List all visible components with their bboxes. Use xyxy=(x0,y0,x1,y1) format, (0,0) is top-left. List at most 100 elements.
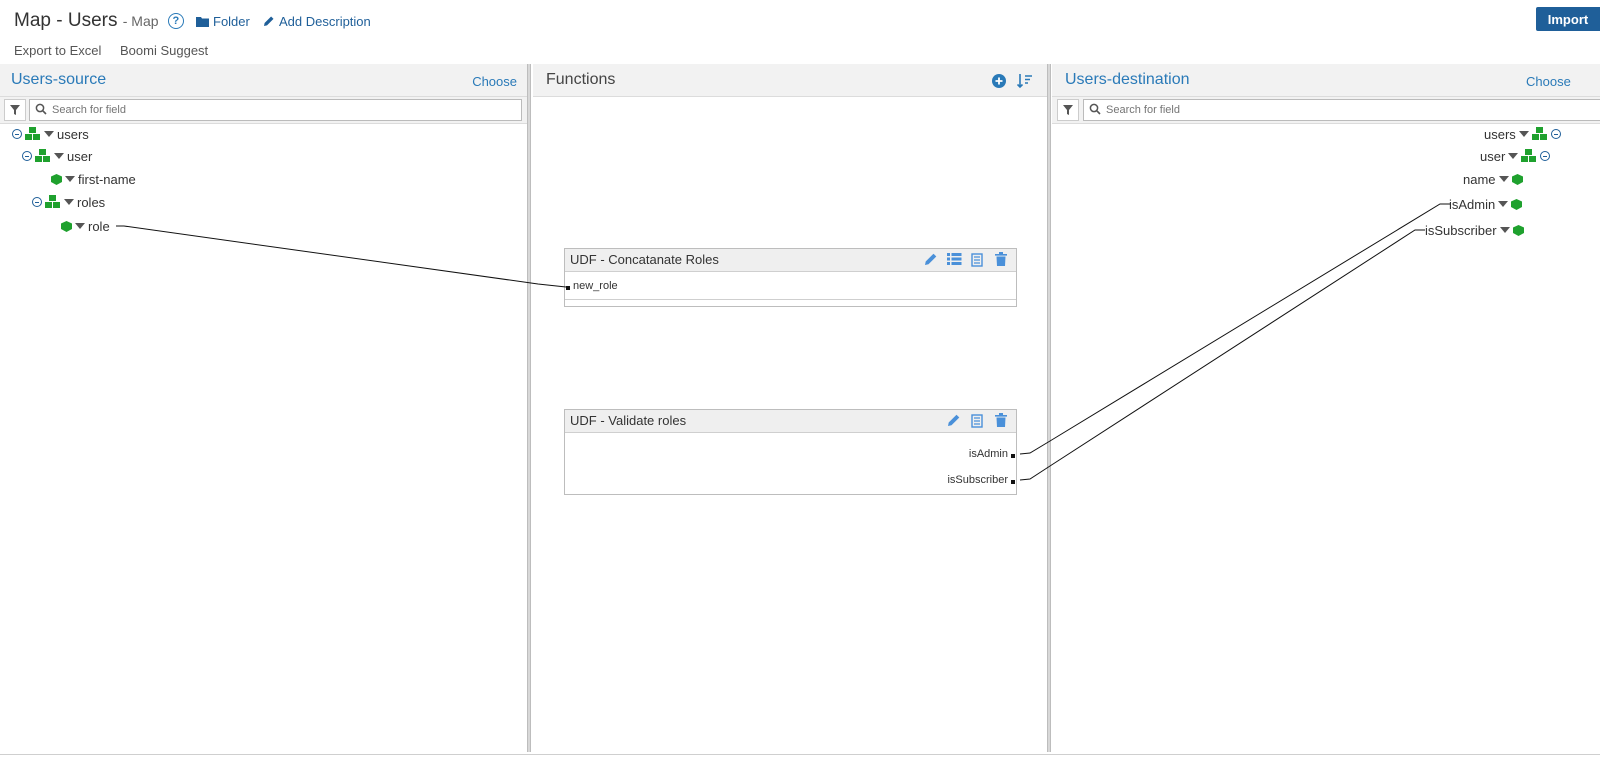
trash-icon[interactable] xyxy=(995,413,1007,427)
green-cube-icon xyxy=(1512,224,1524,236)
add-description-link[interactable]: Add Description xyxy=(263,14,371,30)
chevron-down-icon[interactable] xyxy=(1498,201,1509,207)
chevron-down-icon[interactable] xyxy=(64,199,74,205)
import-button[interactable]: Import xyxy=(1536,7,1600,31)
green-cubes-icon xyxy=(45,195,60,208)
destination-filter-button[interactable] xyxy=(1057,99,1079,121)
function-box-header: UDF - Concatanate Roles xyxy=(565,249,1016,272)
collapse-icon[interactable] xyxy=(12,129,22,139)
source-tree-label: roles xyxy=(77,194,106,210)
destination-tree-label: name xyxy=(1463,171,1496,187)
collapse-icon[interactable] xyxy=(1550,129,1561,139)
source-tree-label: user xyxy=(67,148,93,164)
pencil-icon[interactable] xyxy=(947,413,961,427)
source-tree-row-first-name[interactable]: first-name xyxy=(51,170,139,188)
functions-panel: Functions UDF - Concatanate Roles new_ro… xyxy=(533,64,1047,752)
green-cube-icon xyxy=(1511,173,1523,185)
pencil-icon[interactable] xyxy=(924,252,938,266)
source-search-row xyxy=(0,97,528,124)
source-tree-label: users xyxy=(57,126,89,142)
function-box-title: UDF - Validate roles xyxy=(570,413,687,428)
green-cube-icon xyxy=(61,220,72,232)
destination-search-input[interactable] xyxy=(1104,101,1600,119)
filter-icon xyxy=(1063,105,1073,115)
export-to-excel-link[interactable]: Export to Excel xyxy=(14,43,101,58)
green-cube-icon xyxy=(51,173,62,185)
destination-search-row xyxy=(1052,97,1600,124)
pencil-icon xyxy=(263,15,275,30)
filter-icon xyxy=(10,105,20,115)
source-choose-link[interactable]: Choose xyxy=(472,74,517,89)
folder-link[interactable]: Folder xyxy=(196,14,250,30)
sort-icon[interactable] xyxy=(1017,73,1033,89)
chevron-down-icon[interactable] xyxy=(44,131,54,137)
plus-circle-icon[interactable] xyxy=(992,74,1006,88)
collapse-icon[interactable] xyxy=(1540,151,1551,161)
source-tree-row-roles[interactable]: roles xyxy=(32,193,108,211)
map-title: Map - Users xyxy=(14,10,118,31)
green-cubes-icon xyxy=(1521,149,1537,162)
source-panel-title: Users-source xyxy=(11,71,107,88)
chevron-down-icon[interactable] xyxy=(54,153,64,159)
source-search-input[interactable] xyxy=(50,101,519,119)
chevron-down-icon[interactable] xyxy=(1508,153,1519,159)
destination-panel: Users-destination Choose users user name… xyxy=(1052,64,1600,752)
trash-icon[interactable] xyxy=(995,252,1007,266)
source-panel-header: Users-source Choose xyxy=(0,64,528,97)
functions-panel-header: Functions xyxy=(533,64,1047,97)
function-box-validate-roles[interactable]: UDF - Validate roles isAdmin isSubscribe… xyxy=(564,409,1017,495)
function-box-title: UDF - Concatanate Roles xyxy=(570,252,719,267)
function-box-header: UDF - Validate roles xyxy=(565,410,1016,433)
green-cubes-icon xyxy=(35,149,50,162)
help-icon[interactable]: ? xyxy=(167,13,184,29)
destination-search-box xyxy=(1083,99,1600,121)
list-icon[interactable] xyxy=(947,252,962,266)
collapse-icon[interactable] xyxy=(22,151,32,161)
panel-divider[interactable] xyxy=(527,64,531,752)
output-port-label: isSubscriber xyxy=(947,474,1008,486)
destination-tree-row-issubscriber[interactable]: isSubscriber xyxy=(1425,221,1527,239)
copy-icon[interactable] xyxy=(971,413,984,428)
input-port[interactable] xyxy=(566,286,570,290)
collapse-icon[interactable] xyxy=(32,197,42,207)
destination-tree-label: user xyxy=(1480,148,1506,164)
function-box-concatenate-roles[interactable]: UDF - Concatanate Roles new_role xyxy=(564,248,1017,307)
folder-icon xyxy=(196,15,209,30)
source-tree-row-users[interactable]: users xyxy=(12,125,92,143)
source-tree-label: role xyxy=(88,218,110,234)
output-port[interactable] xyxy=(1011,454,1015,458)
functions-panel-title: Functions xyxy=(546,71,616,88)
destination-choose-link[interactable]: Choose xyxy=(1526,74,1571,89)
source-tree-label: first-name xyxy=(78,171,136,187)
source-search-box xyxy=(29,99,522,121)
chevron-down-icon[interactable] xyxy=(65,176,75,182)
green-cube-icon xyxy=(1511,198,1523,210)
destination-tree-label: isSubscriber xyxy=(1425,222,1497,238)
green-cubes-icon xyxy=(1531,127,1547,140)
folder-label: Folder xyxy=(213,14,250,29)
destination-tree-row-name[interactable]: name xyxy=(1463,170,1526,188)
destination-tree-row-users[interactable]: users xyxy=(1484,125,1564,143)
source-panel: Users-source Choose users user first-nam… xyxy=(0,64,528,752)
source-tree-row-user[interactable]: user xyxy=(22,147,95,165)
destination-tree-row-user[interactable]: user xyxy=(1480,147,1553,165)
panel-divider[interactable] xyxy=(1047,64,1051,752)
input-port-label: new_role xyxy=(573,280,618,292)
search-icon xyxy=(35,103,47,115)
copy-icon[interactable] xyxy=(971,252,984,267)
source-filter-button[interactable] xyxy=(4,99,26,121)
destination-tree-row-isadmin[interactable]: isAdmin xyxy=(1449,195,1525,213)
destination-panel-header: Users-destination Choose xyxy=(1052,64,1600,97)
source-tree-row-role[interactable]: role xyxy=(61,217,113,235)
boomi-suggest-link[interactable]: Boomi Suggest xyxy=(120,43,208,58)
destination-panel-title: Users-destination xyxy=(1065,71,1190,88)
chevron-down-icon[interactable] xyxy=(1498,176,1509,182)
function-box-divider xyxy=(565,299,1016,300)
destination-tree-label: isAdmin xyxy=(1449,196,1496,212)
bottom-border xyxy=(0,754,1600,755)
output-port[interactable] xyxy=(1011,480,1015,484)
chevron-down-icon[interactable] xyxy=(1518,131,1529,137)
page-title: Map - Users - Map ? xyxy=(14,10,184,32)
chevron-down-icon[interactable] xyxy=(75,223,85,229)
chevron-down-icon[interactable] xyxy=(1499,227,1510,233)
